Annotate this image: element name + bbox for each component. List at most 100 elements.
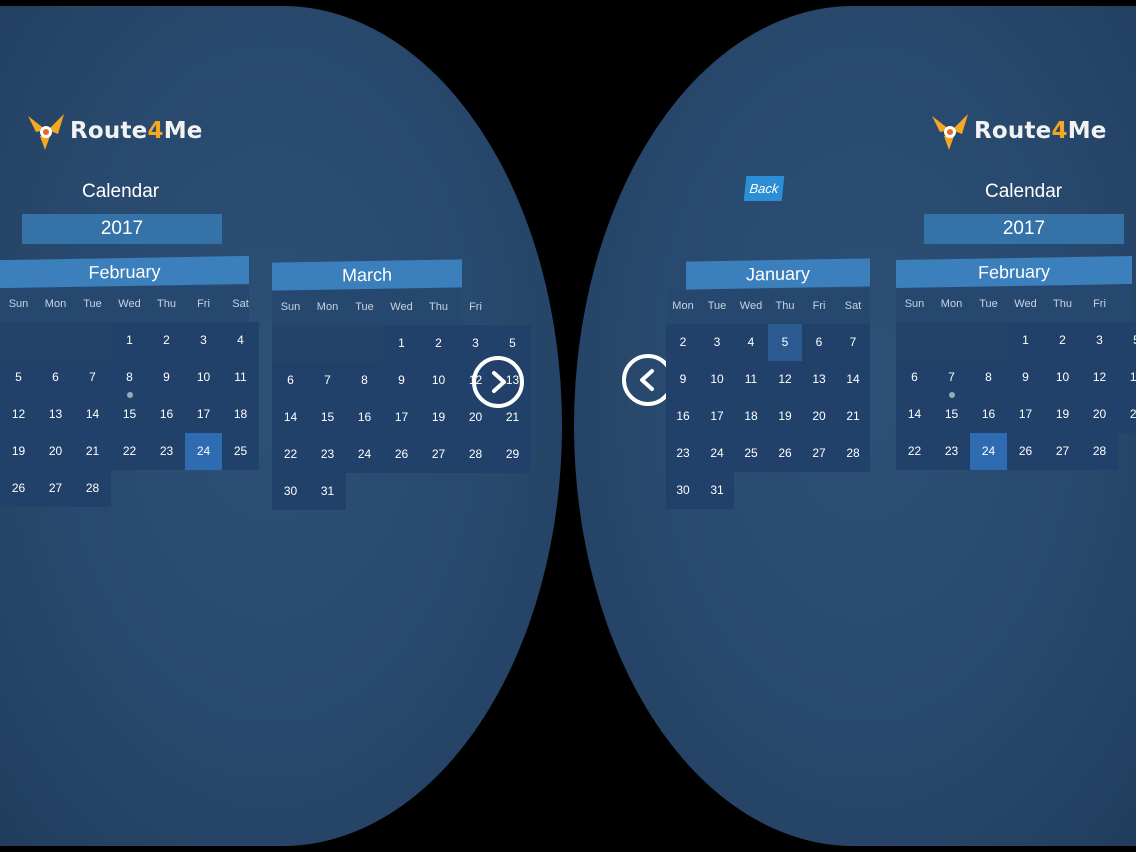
day-cell[interactable]: 28 xyxy=(836,435,870,472)
day-cell[interactable]: 22 xyxy=(896,433,933,470)
day-cell[interactable]: 13 xyxy=(1118,359,1136,396)
day-cell[interactable]: 6 xyxy=(272,362,309,399)
day-cell[interactable]: 7 xyxy=(309,362,346,399)
day-cell[interactable]: 9 xyxy=(148,359,185,396)
day-cell[interactable]: 6 xyxy=(802,324,836,361)
month-header-february[interactable]: February xyxy=(896,255,1132,289)
day-cell[interactable]: 23 xyxy=(933,433,970,470)
day-cell[interactable]: 9 xyxy=(1007,359,1044,396)
day-cell[interactable]: 23 xyxy=(666,435,700,472)
day-cell[interactable]: 9 xyxy=(383,362,420,399)
day-cell[interactable]: 2 xyxy=(148,322,185,359)
day-cell[interactable]: 6 xyxy=(37,359,74,396)
day-cell[interactable]: 19 xyxy=(420,399,457,436)
year-bar[interactable]: 2017 xyxy=(22,214,222,244)
day-cell[interactable]: 19 xyxy=(768,398,802,435)
next-month-button[interactable] xyxy=(472,356,524,408)
day-cell[interactable]: 27 xyxy=(420,436,457,473)
day-cell[interactable]: 7 xyxy=(933,359,970,396)
day-cell[interactable]: 28 xyxy=(1081,433,1118,470)
day-cell[interactable]: 26 xyxy=(0,470,37,507)
day-cell[interactable]: 27 xyxy=(37,470,74,507)
day-cell[interactable]: 17 xyxy=(1007,396,1044,433)
day-cell[interactable]: 14 xyxy=(836,361,870,398)
day-cell[interactable]: 14 xyxy=(896,396,933,433)
day-cell[interactable]: 10 xyxy=(185,359,222,396)
day-cell[interactable]: 30 xyxy=(666,472,700,509)
day-cell[interactable]: 21 xyxy=(836,398,870,435)
day-cell[interactable]: 2 xyxy=(1044,322,1081,359)
day-cell[interactable]: 1 xyxy=(111,322,148,359)
month-header-february[interactable]: February xyxy=(0,255,249,289)
day-cell[interactable]: 8 xyxy=(111,359,148,396)
day-cell[interactable]: 22 xyxy=(272,436,309,473)
month-header-march[interactable]: March xyxy=(272,259,462,291)
day-cell[interactable]: 26 xyxy=(1007,433,1044,470)
day-cell[interactable]: 27 xyxy=(1044,433,1081,470)
day-cell[interactable]: 15 xyxy=(933,392,970,433)
day-cell[interactable]: 3 xyxy=(185,322,222,359)
day-cell[interactable]: 17 xyxy=(700,398,734,435)
day-cell[interactable]: 5 xyxy=(768,324,802,361)
day-cell[interactable]: 5 xyxy=(1118,322,1136,359)
day-cell[interactable]: 18 xyxy=(734,398,768,435)
day-cell[interactable]: 4 xyxy=(222,322,259,359)
day-cell[interactable]: 24 xyxy=(970,433,1007,470)
day-cell[interactable]: 3 xyxy=(700,324,734,361)
back-button[interactable]: Back xyxy=(743,176,785,201)
day-cell[interactable]: 26 xyxy=(383,436,420,473)
day-cell[interactable]: 3 xyxy=(1081,322,1118,359)
day-cell[interactable]: 21 xyxy=(1118,396,1136,433)
day-cell[interactable]: 10 xyxy=(1044,359,1081,396)
day-cell[interactable]: 21 xyxy=(74,433,111,470)
day-cell[interactable]: 28 xyxy=(457,436,494,473)
day-cell[interactable]: 1 xyxy=(1007,322,1044,359)
day-cell[interactable]: 15 xyxy=(111,392,148,433)
month-header-january[interactable]: January xyxy=(686,258,870,290)
day-cell[interactable]: 16 xyxy=(148,396,185,433)
year-bar[interactable]: 2017 xyxy=(924,214,1124,244)
day-cell[interactable]: 5 xyxy=(0,359,37,396)
day-cell[interactable]: 7 xyxy=(836,324,870,361)
day-cell[interactable]: 11 xyxy=(222,359,259,396)
day-cell[interactable]: 31 xyxy=(309,473,346,510)
day-cell[interactable]: 30 xyxy=(272,473,309,510)
day-cell[interactable]: 1 xyxy=(383,325,420,362)
day-cell[interactable]: 24 xyxy=(185,433,222,470)
day-cell[interactable]: 10 xyxy=(700,361,734,398)
day-cell[interactable]: 16 xyxy=(346,399,383,436)
day-cell[interactable]: 17 xyxy=(383,399,420,436)
day-cell[interactable]: 17 xyxy=(185,396,222,433)
day-cell[interactable]: 20 xyxy=(37,433,74,470)
day-cell[interactable]: 13 xyxy=(37,396,74,433)
day-cell[interactable]: 10 xyxy=(420,362,457,399)
day-cell[interactable]: 6 xyxy=(896,359,933,396)
day-cell[interactable]: 14 xyxy=(272,399,309,436)
day-cell[interactable]: 26 xyxy=(768,435,802,472)
day-cell[interactable]: 12 xyxy=(768,361,802,398)
day-cell[interactable]: 13 xyxy=(802,361,836,398)
day-cell[interactable]: 16 xyxy=(666,398,700,435)
day-cell[interactable]: 23 xyxy=(309,436,346,473)
day-cell[interactable]: 8 xyxy=(970,359,1007,396)
day-cell[interactable]: 2 xyxy=(666,324,700,361)
day-cell[interactable]: 23 xyxy=(148,433,185,470)
day-cell[interactable]: 2 xyxy=(420,325,457,362)
day-cell[interactable]: 20 xyxy=(1081,396,1118,433)
day-cell[interactable]: 24 xyxy=(700,435,734,472)
day-cell[interactable]: 31 xyxy=(700,472,734,509)
day-cell[interactable]: 9 xyxy=(666,361,700,398)
day-cell[interactable]: 3 xyxy=(457,325,494,362)
day-cell[interactable]: 29 xyxy=(494,436,531,473)
day-cell[interactable]: 7 xyxy=(74,359,111,396)
day-cell[interactable]: 24 xyxy=(346,436,383,473)
day-cell[interactable]: 28 xyxy=(74,470,111,507)
day-cell[interactable]: 27 xyxy=(802,435,836,472)
day-cell[interactable]: 14 xyxy=(74,396,111,433)
day-cell[interactable]: 15 xyxy=(309,399,346,436)
day-cell[interactable]: 8 xyxy=(346,362,383,399)
day-cell[interactable]: 11 xyxy=(734,361,768,398)
day-cell[interactable]: 12 xyxy=(0,396,37,433)
day-cell[interactable]: 19 xyxy=(1044,396,1081,433)
day-cell[interactable]: 25 xyxy=(222,433,259,470)
